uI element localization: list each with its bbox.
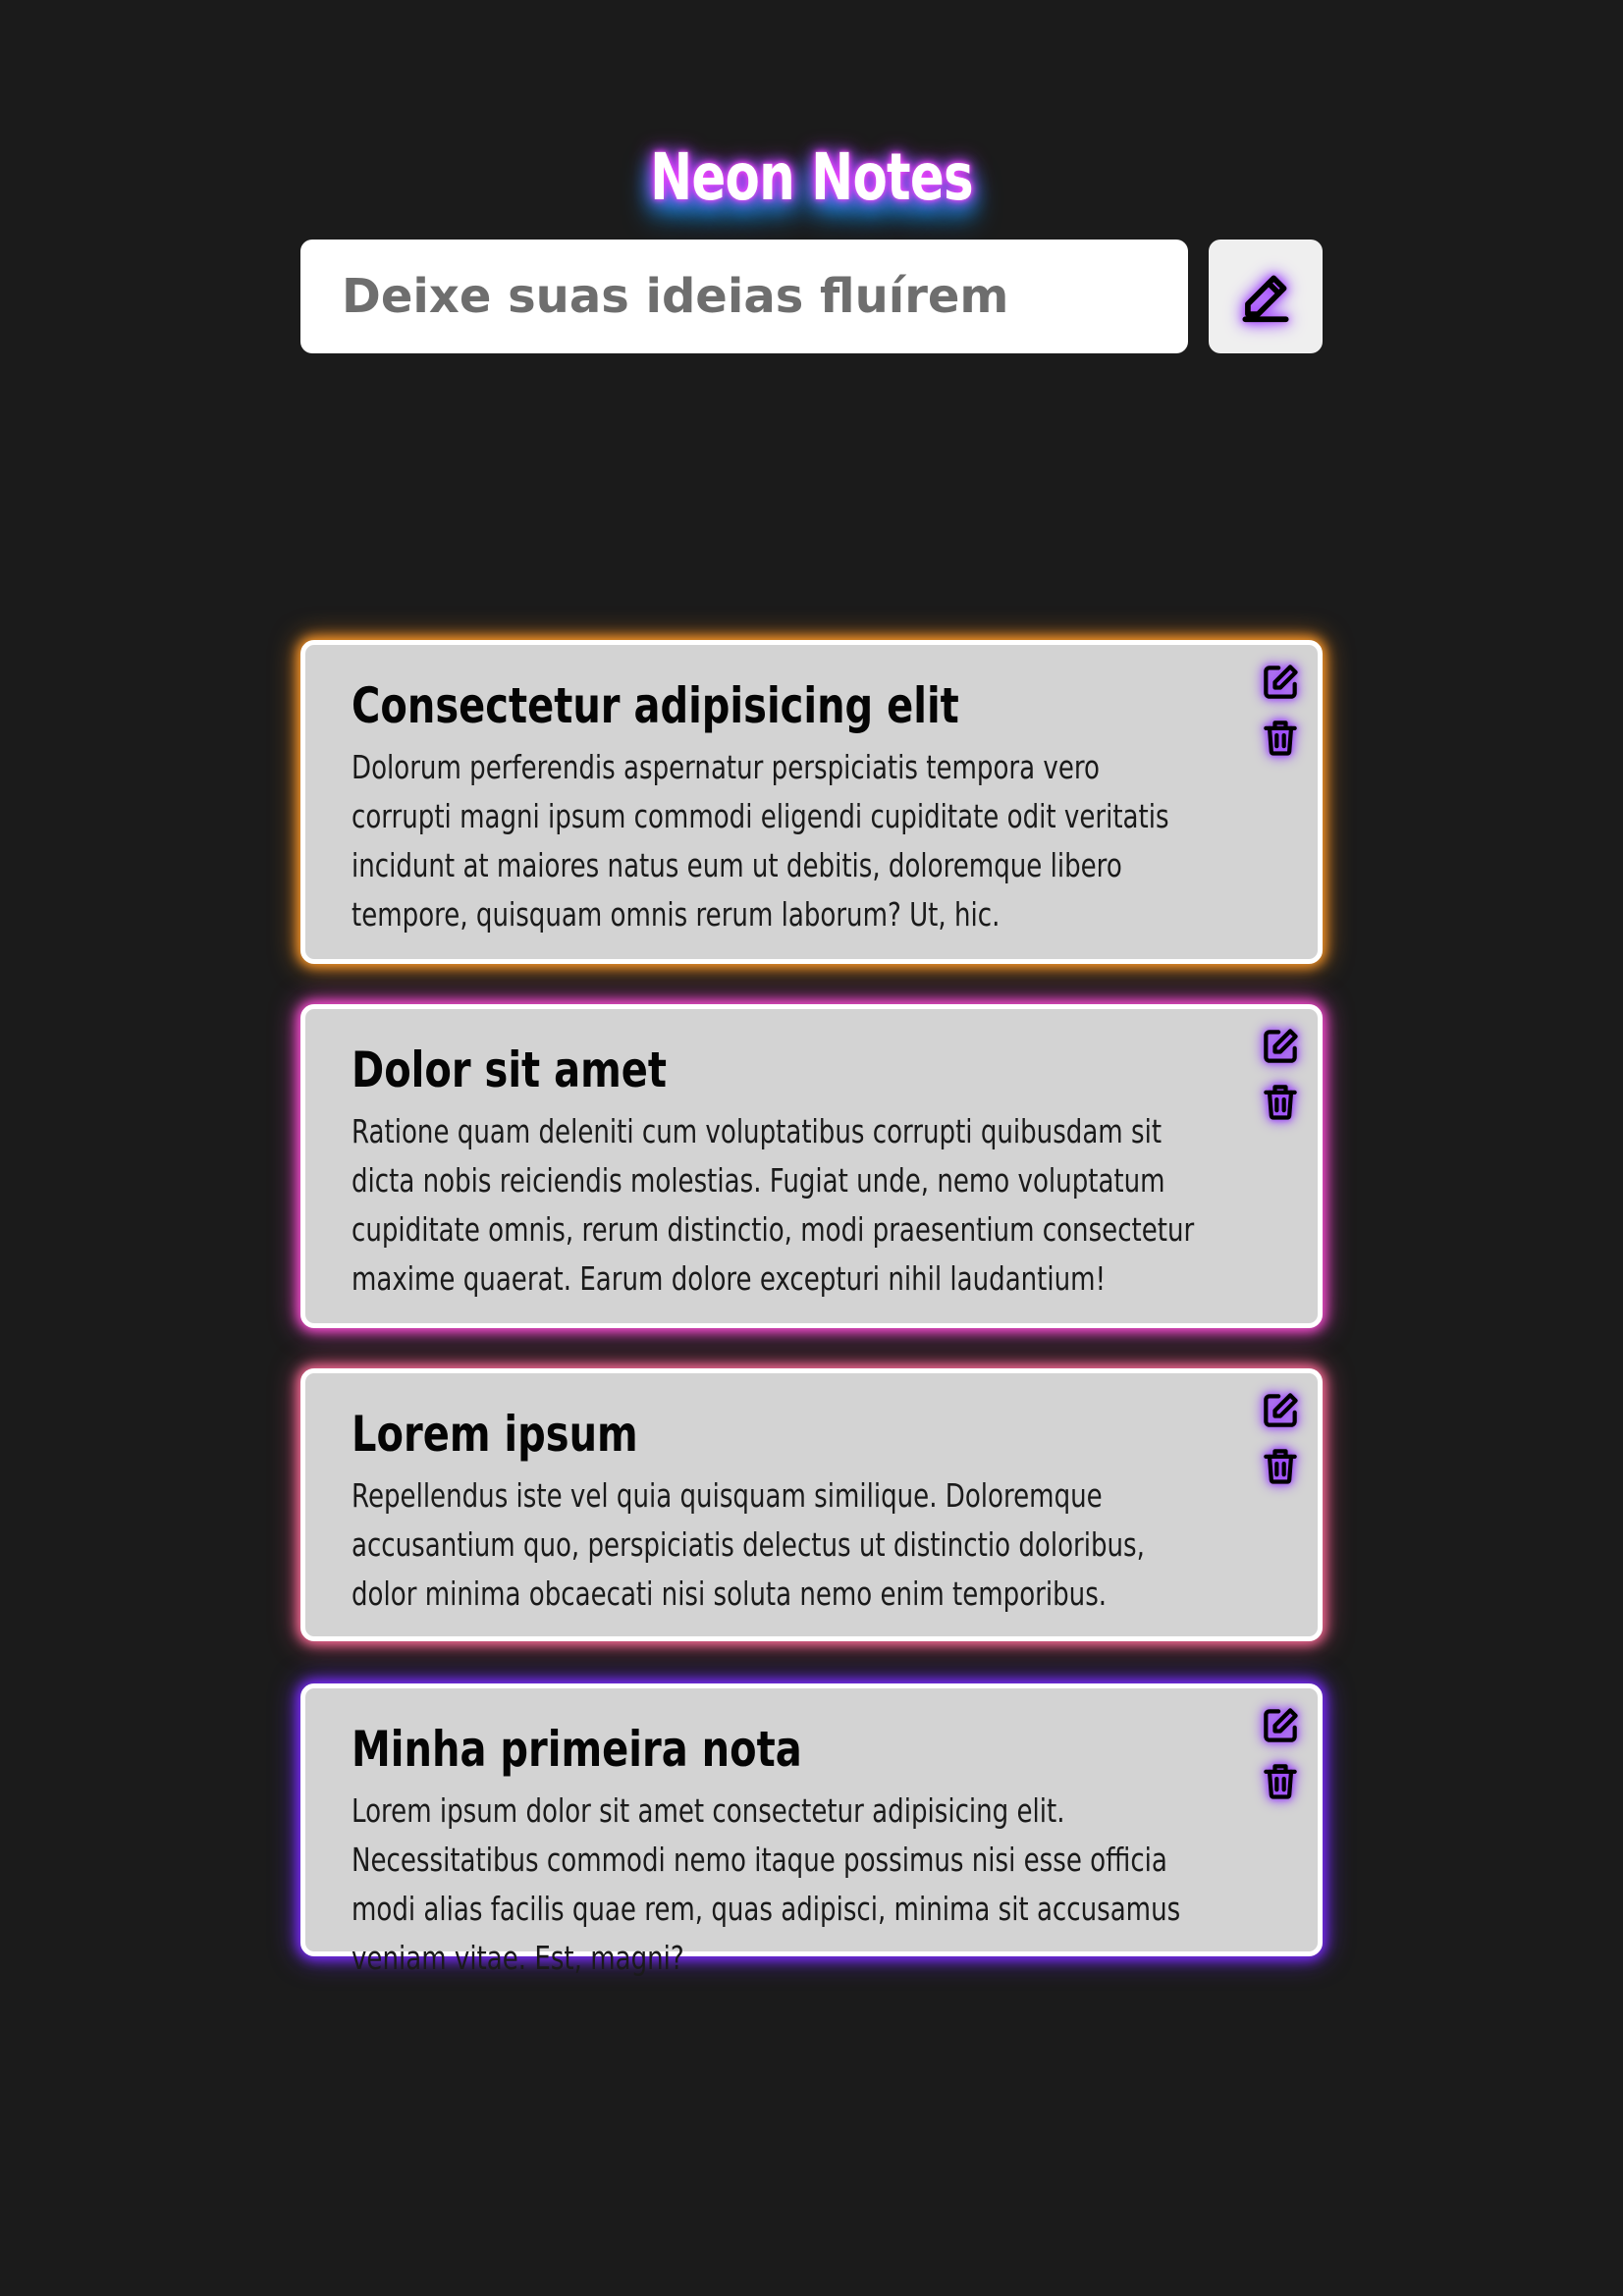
edit-icon xyxy=(1264,1029,1298,1063)
edit-icon xyxy=(1264,665,1298,699)
note-composer xyxy=(300,240,1323,353)
note-actions xyxy=(1257,659,1304,761)
note-title: Consectetur adipisicing elit xyxy=(352,677,959,734)
add-note-button[interactable] xyxy=(1209,240,1323,353)
note-input[interactable] xyxy=(300,240,1188,353)
note-title: Lorem ipsum xyxy=(352,1406,638,1463)
note-title: Minha primeira nota xyxy=(352,1721,802,1778)
delete-note-button[interactable] xyxy=(1257,1078,1304,1125)
note-card: Lorem ipsum Repellendus iste vel quia qu… xyxy=(300,1368,1323,1641)
edit-note-button[interactable] xyxy=(1257,659,1304,706)
edit-icon xyxy=(1264,1393,1298,1427)
delete-note-button[interactable] xyxy=(1257,1442,1304,1489)
note-body: Lorem ipsum dolor sit amet consectetur a… xyxy=(352,1791,1181,1977)
trash-icon xyxy=(1264,1764,1297,1799)
note-actions xyxy=(1257,1023,1304,1125)
app-title: Neon Notes xyxy=(650,139,974,216)
edit-note-button[interactable] xyxy=(1257,1702,1304,1749)
note-card: Consectetur adipisicing elit Dolorum per… xyxy=(300,640,1323,964)
edit-note-button[interactable] xyxy=(1257,1023,1304,1070)
trash-icon xyxy=(1264,721,1297,756)
note-body: Dolorum perferendis aspernatur perspicia… xyxy=(352,748,1169,934)
delete-note-button[interactable] xyxy=(1257,714,1304,761)
note-card: Minha primeira nota Lorem ipsum dolor si… xyxy=(300,1683,1323,1977)
edit-icon xyxy=(1264,1708,1298,1742)
note-actions xyxy=(1257,1387,1304,1489)
note-body: Ratione quam deleniti cum voluptatibus c… xyxy=(352,1112,1195,1298)
trash-icon xyxy=(1264,1449,1297,1484)
note-actions xyxy=(1257,1702,1304,1804)
note-card: Dolor sit amet Ratione quam deleniti cum… xyxy=(300,1004,1323,1328)
edit-note-button[interactable] xyxy=(1257,1387,1304,1434)
note-title: Dolor sit amet xyxy=(352,1041,668,1098)
note-body: Repellendus iste vel quia quisquam simil… xyxy=(352,1476,1145,1613)
trash-icon xyxy=(1264,1085,1297,1120)
delete-note-button[interactable] xyxy=(1257,1757,1304,1804)
pencil-icon xyxy=(1242,275,1289,323)
